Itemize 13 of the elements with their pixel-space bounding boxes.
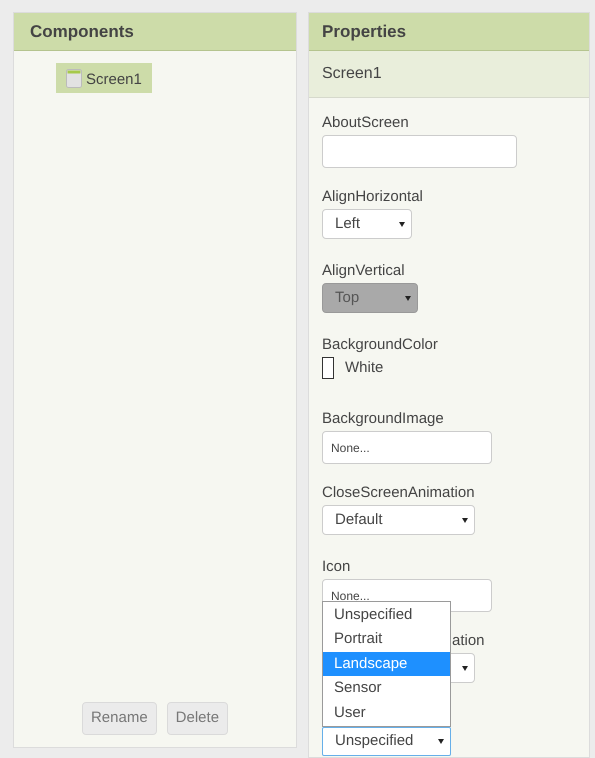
panel-subheader: Screen1: [309, 51, 589, 98]
property-label: AboutScreen: [322, 115, 410, 131]
property-label: CloseScreenAnimation: [322, 485, 476, 501]
dropdown: Top: [322, 283, 418, 313]
property-label: BackgroundImage: [322, 411, 445, 427]
property-label: Icon: [322, 559, 352, 575]
panel-header: Properties: [309, 13, 589, 51]
property-label: BackgroundColor: [322, 337, 439, 353]
property-label: AlignHorizontal: [322, 189, 424, 205]
property-label: ation: [452, 633, 485, 649]
panel-header: Components: [14, 13, 296, 51]
color-value: White: [345, 358, 384, 378]
property-label: AlignVertical: [322, 263, 406, 279]
